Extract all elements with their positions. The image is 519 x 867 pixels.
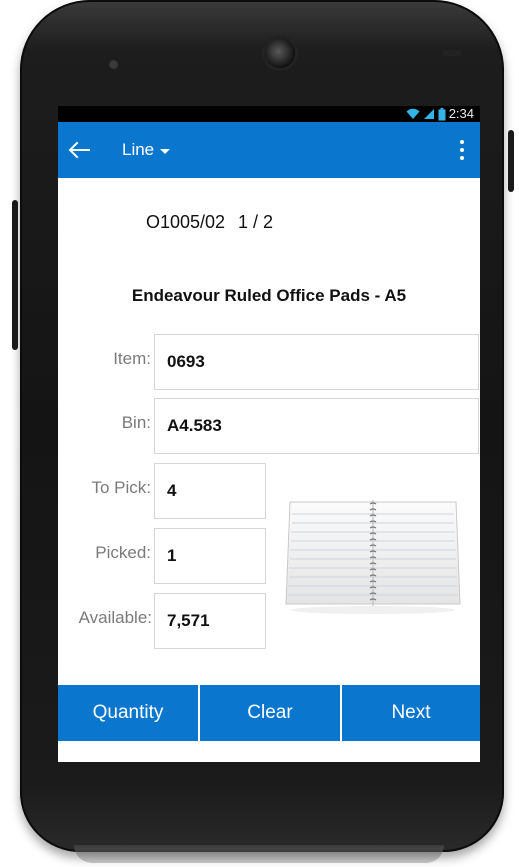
available-field[interactable]: 7,571 bbox=[154, 593, 266, 649]
order-number: O1005/02 bbox=[146, 212, 226, 232]
to-pick-field[interactable]: 4 bbox=[154, 463, 266, 519]
notepad-image bbox=[285, 500, 461, 614]
available-label: Available: bbox=[78, 608, 152, 627]
signal-icon bbox=[423, 109, 434, 119]
picked-label: Picked: bbox=[95, 543, 151, 562]
speaker-grille bbox=[442, 50, 462, 56]
more-vertical-icon bbox=[460, 140, 464, 144]
power-button bbox=[12, 200, 18, 350]
bin-label: Bin: bbox=[121, 413, 151, 432]
device-screen: 2:34 Line O1005/02 1 / 2 Endeavour Ruled… bbox=[58, 106, 480, 762]
quantity-button[interactable]: Quantity bbox=[58, 685, 198, 741]
item-label: Item: bbox=[113, 349, 151, 368]
arrow-left-icon bbox=[68, 141, 90, 159]
next-button[interactable]: Next bbox=[342, 685, 480, 741]
caret-down-icon bbox=[160, 148, 171, 154]
product-name: Endeavour Ruled Office Pads - A5 bbox=[131, 286, 407, 305]
to-pick-label: To Pick: bbox=[91, 478, 151, 497]
back-button[interactable] bbox=[64, 136, 94, 164]
status-time: 2:34 bbox=[448, 106, 474, 121]
battery-icon bbox=[438, 107, 446, 120]
overflow-menu-button[interactable] bbox=[454, 136, 470, 164]
title-dropdown[interactable]: Line bbox=[122, 138, 171, 162]
app-title: Line bbox=[122, 140, 155, 159]
picked-field[interactable]: 1 bbox=[154, 528, 266, 584]
proximity-sensor bbox=[110, 61, 117, 68]
front-camera bbox=[265, 38, 295, 68]
clear-button[interactable]: Clear bbox=[200, 685, 340, 741]
volume-button bbox=[508, 130, 514, 192]
line-position: 1 / 2 bbox=[238, 212, 274, 232]
bin-field[interactable]: A4.583 bbox=[154, 398, 479, 454]
wifi-icon bbox=[406, 108, 420, 119]
app-bar: Line bbox=[58, 122, 480, 178]
more-vertical-icon-dot bbox=[460, 148, 464, 152]
phone-bottom-edge bbox=[74, 845, 444, 863]
more-vertical-icon-dot bbox=[460, 156, 464, 160]
item-field[interactable]: 0693 bbox=[154, 334, 479, 390]
order-header: O1005/02 1 / 2 bbox=[58, 212, 480, 236]
status-bar: 2:34 bbox=[58, 106, 480, 122]
